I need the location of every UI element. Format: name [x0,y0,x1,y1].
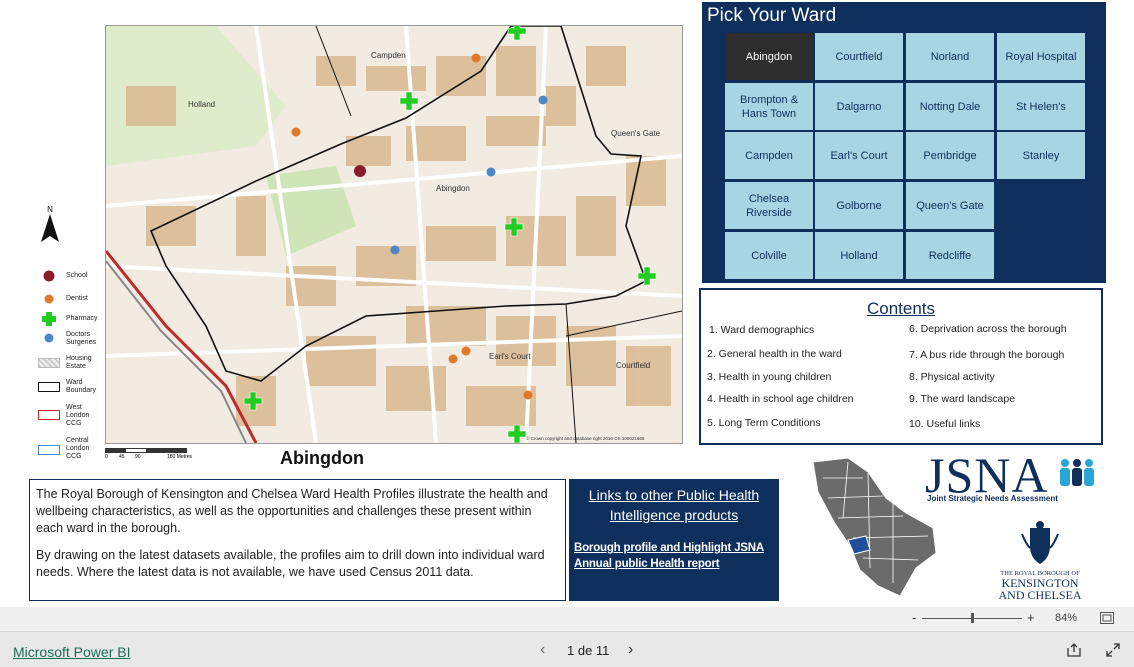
contents-item[interactable]: 7. A bus ride through the borough [909,349,1064,361]
links-panel: Links to other Public Health Intelligenc… [569,479,779,601]
map-label-holland: Holland [188,100,215,109]
ward-button-campden[interactable]: Campden [725,132,813,179]
people-icon [1060,459,1094,486]
ward-button-pembridge[interactable]: Pembridge [906,132,994,179]
contents-title[interactable]: Contents [701,299,1101,319]
fit-page-icon[interactable] [1100,612,1114,624]
power-bi-link[interactable]: Microsoft Power BI [13,644,130,660]
ward-button-stanley[interactable]: Stanley [997,132,1085,179]
legend-west-ccg: West London CCG [66,404,90,427]
zoom-in-button[interactable]: + [1027,610,1035,625]
page-indicator: 1 de 11 [567,643,610,658]
ward-map[interactable]: Campden Holland Abingdon Queen's Gate Ea… [105,25,683,444]
fullscreen-icon[interactable] [1106,643,1120,657]
links-title[interactable]: Links to other Public Health Intelligenc… [569,485,779,525]
map-legend: School Dentist Pharmacy Doctors Surgerie… [0,265,105,465]
legend-ward-boundary: Ward Boundary [66,379,96,394]
ward-button-holland[interactable]: Holland [815,232,903,279]
contents-item[interactable]: 1. Ward demographics [709,324,814,336]
description-paragraph: The Royal Borough of Kensington and Chel… [36,487,548,535]
ward-button-brompton[interactable]: Brompton & Hans Town [725,83,813,130]
ward-button-colville[interactable]: Colville [725,232,813,279]
jsna-logo: JSNA Joint Strategic Needs Assessment [925,447,1100,512]
ward-button-courtfield[interactable]: Courtfield [815,33,903,80]
scale-bar: 0 45 90 180 Metres [105,448,205,468]
legend-housing: Housing Estate [66,355,92,370]
ward-button-queens-gate[interactable]: Queen's Gate [906,182,994,229]
next-page-icon[interactable]: › [628,641,633,659]
contents-item[interactable]: 4. Health in school age children [707,393,854,405]
contents-item[interactable]: 5. Long Term Conditions [707,417,821,429]
status-bar: Microsoft Power BI ‹ 1 de 11 › [0,631,1134,667]
contents-item[interactable]: 2. General health in the ward [707,348,842,360]
zoom-percent: 84% [1055,612,1078,624]
ward-button-redcliffe[interactable]: Redcliffe [906,232,994,279]
contents-panel: Contents 1. Ward demographics 2. General… [699,288,1103,445]
link-annual-report[interactable]: Annual public Health report [574,558,720,570]
ward-button-earls-court[interactable]: Earl's Court [815,132,903,179]
ward-picker: Pick Your Ward Abingdon Courtfield Norla… [702,2,1106,283]
map-label-courtfield: Courtfield [616,361,650,370]
ward-button-chelsea-riverside[interactable]: Chelsea Riverside [725,182,813,229]
zoom-out-button[interactable]: - [912,610,916,625]
link-borough-profile[interactable]: Borough profile and Highlight JSNA [574,542,764,554]
north-arrow-icon: N [40,205,60,245]
zoom-slider-thumb[interactable] [971,613,974,623]
ward-button-golborne[interactable]: Golborne [815,182,903,229]
contents-item[interactable]: 6. Deprivation across the borough [909,323,1067,335]
map-label-campden: Campden [371,51,406,60]
legend-school: School [66,272,88,279]
description-box: The Royal Borough of Kensington and Chel… [29,479,566,601]
school-marker [354,165,366,177]
ward-button-abingdon[interactable]: Abingdon [725,33,813,80]
map-copyright: © Crown copyright and database right 201… [526,435,645,441]
map-canvas: Campden Holland Abingdon Queen's Gate Ea… [106,26,682,443]
ward-button-st-helens[interactable]: St Helen's [997,83,1085,130]
share-icon[interactable] [1067,643,1081,657]
borough-locator-map [808,457,938,598]
map-label-queens-gate: Queen's Gate [611,129,661,138]
zoom-bar: - + 84% [0,607,1134,631]
ward-button-dalgarno[interactable]: Dalgarno [815,83,903,130]
ward-title: Abingdon [280,448,364,468]
crest-icon [1020,520,1060,566]
legend-central-ccg: Central London CCG [66,437,90,460]
contents-item[interactable]: 10. Useful links [909,418,980,430]
prev-page-icon[interactable]: ‹ [540,641,545,659]
legend-doctors: Doctors Surgeries [66,331,96,346]
picker-title: Pick Your Ward [707,5,837,26]
ward-button-royal-hospital[interactable]: Royal Hospital [997,33,1085,80]
contents-item[interactable]: 3. Health in young children [707,371,831,383]
map-label-earls-court: Earl's Court [489,352,531,361]
contents-item[interactable]: 9. The ward landscape [909,393,1015,405]
map-label-abingdon: Abingdon [436,184,470,193]
ward-button-norland[interactable]: Norland [906,33,994,80]
contents-item[interactable]: 8. Physical activity [909,371,995,383]
description-paragraph: By drawing on the latest datasets availa… [36,548,545,579]
rbkc-logo-text: THE ROYAL BOROUGH OF KENSINGTON AND CHEL… [998,570,1082,602]
legend-pharmacy: Pharmacy [66,315,98,322]
ward-button-notting-dale[interactable]: Notting Dale [906,83,994,130]
legend-dentist: Dentist [66,295,88,302]
